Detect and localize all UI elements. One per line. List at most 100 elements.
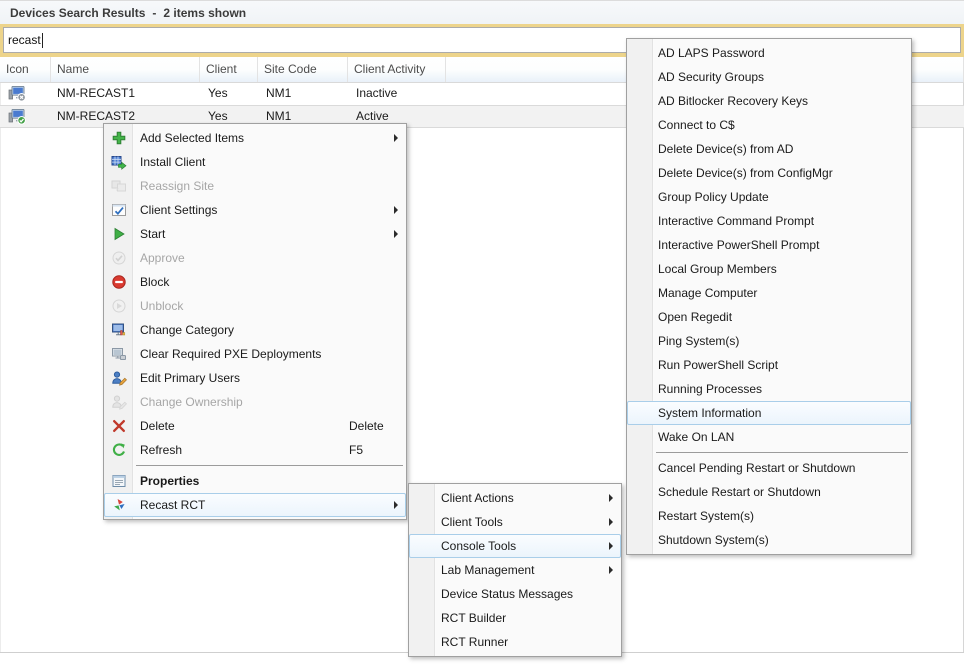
- menu-item-label: Group Policy Update: [658, 190, 769, 204]
- menu-item-label: Approve: [140, 251, 185, 265]
- context-menu: Add Selected Items Install Client Reassign…: [103, 123, 407, 520]
- menu-item-clear-required-pxe-deployments[interactable]: Clear Required PXE Deployments: [104, 342, 406, 366]
- submenu-arrow-icon: [394, 230, 398, 238]
- menu-item-start[interactable]: Start: [104, 222, 406, 246]
- menu-item-label: Restart System(s): [658, 509, 754, 523]
- column-header-name[interactable]: Name: [51, 57, 200, 82]
- menu-item-delete[interactable]: DeleteDelete: [104, 414, 406, 438]
- edit-primary-users-icon: [110, 369, 127, 386]
- menu-item-label: Refresh: [140, 443, 182, 457]
- clear-pxe-icon: [110, 345, 127, 362]
- menu-item-label: Delete Device(s) from ConfigMgr: [658, 166, 833, 180]
- menu-item-reassign-site[interactable]: Reassign Site: [104, 174, 406, 198]
- menu-item-interactive-command-prompt[interactable]: Interactive Command Prompt: [627, 209, 911, 233]
- menu-item-device-status-messages[interactable]: Device Status Messages: [409, 582, 621, 606]
- menu-item-ad-bitlocker-recovery-keys[interactable]: AD Bitlocker Recovery Keys: [627, 89, 911, 113]
- menu-item-label: Edit Primary Users: [140, 371, 240, 385]
- menu-item-connect-to-c[interactable]: Connect to C$: [627, 113, 911, 137]
- menu-item-ad-security-groups[interactable]: AD Security Groups: [627, 65, 911, 89]
- menu-item-refresh[interactable]: Refresh F5: [104, 438, 406, 462]
- menu-item-block[interactable]: Block: [104, 270, 406, 294]
- submenu-arrow-icon: [609, 566, 613, 574]
- submenu-arrow-icon: [394, 206, 398, 214]
- menu-item-label: Open Regedit: [658, 310, 732, 324]
- menu-item-lab-management[interactable]: Lab Management: [409, 558, 621, 582]
- menu-item-rct-builder[interactable]: RCT Builder: [409, 606, 621, 630]
- window-title-bar: Devices Search Results - 2 items shown: [0, 0, 964, 24]
- menu-item-open-regedit[interactable]: Open Regedit: [627, 305, 911, 329]
- menu-item-rct-runner[interactable]: RCT Runner: [409, 630, 621, 654]
- menu-item-label: Manage Computer: [658, 286, 757, 300]
- menu-item-label: Install Client: [140, 155, 205, 169]
- menu-item-ad-laps-password[interactable]: AD LAPS Password: [627, 41, 911, 65]
- menu-item-wake-on-lan[interactable]: Wake On LAN: [627, 425, 911, 449]
- column-header-client-activity[interactable]: Client Activity: [348, 57, 446, 82]
- menu-item-system-information[interactable]: System Information: [627, 401, 911, 425]
- add-selected-icon: [110, 129, 127, 146]
- menu-item-manage-computer[interactable]: Manage Computer: [627, 281, 911, 305]
- column-header-site-code[interactable]: Site Code: [258, 57, 348, 82]
- menu-item-group-policy-update[interactable]: Group Policy Update: [627, 185, 911, 209]
- menu-item-label: Start: [140, 227, 165, 241]
- row-icon-cell: [0, 83, 51, 105]
- menu-item-client-tools[interactable]: Client Tools: [409, 510, 621, 534]
- submenu-arrow-icon: [394, 501, 398, 509]
- recast-rct-submenu: Client Actions Client Tools Console ToolsL…: [408, 483, 622, 657]
- menu-item-unblock[interactable]: Unblock: [104, 294, 406, 318]
- menu-item-label: Reassign Site: [140, 179, 214, 193]
- items-shown-count: 2 items shown: [163, 6, 246, 20]
- menu-item-running-processes[interactable]: Running Processes: [627, 377, 911, 401]
- submenu-arrow-icon: [609, 494, 613, 502]
- menu-item-local-group-members[interactable]: Local Group Members: [627, 257, 911, 281]
- device-client-active-icon: [8, 108, 27, 125]
- menu-item-label: Running Processes: [658, 382, 762, 396]
- menu-item-schedule-restart-or-shutdown[interactable]: Schedule Restart or Shutdown: [627, 480, 911, 504]
- column-header-icon[interactable]: Icon: [0, 57, 51, 82]
- menu-item-label: AD Security Groups: [658, 70, 764, 84]
- menu-item-recast-rct[interactable]: Recast RCT: [104, 493, 406, 517]
- menu-item-run-powershell-script[interactable]: Run PowerShell Script: [627, 353, 911, 377]
- menu-item-ping-system-s[interactable]: Ping System(s): [627, 329, 911, 353]
- install-client-icon: [110, 153, 127, 170]
- menu-item-edit-primary-users[interactable]: Edit Primary Users: [104, 366, 406, 390]
- column-header-client[interactable]: Client: [200, 57, 258, 82]
- menu-item-label: Wake On LAN: [658, 430, 734, 444]
- menu-item-add-selected-items[interactable]: Add Selected Items: [104, 126, 406, 150]
- menu-item-delete-device-s-from-configmgr[interactable]: Delete Device(s) from ConfigMgr: [627, 161, 911, 185]
- menu-item-client-actions[interactable]: Client Actions: [409, 486, 621, 510]
- recast-rct-icon: [110, 496, 127, 513]
- device-name: NM-RECAST1: [51, 83, 200, 105]
- menu-item-shortcut: Delete: [349, 419, 384, 433]
- menu-item-label: Recast RCT: [140, 498, 205, 512]
- menu-item-client-settings[interactable]: Client Settings: [104, 198, 406, 222]
- menu-item-install-client[interactable]: Install Client: [104, 150, 406, 174]
- menu-item-label: Client Tools: [441, 515, 503, 529]
- menu-item-approve[interactable]: Approve: [104, 246, 406, 270]
- submenu-arrow-icon: [609, 542, 613, 550]
- menu-item-change-category[interactable]: Change Category: [104, 318, 406, 342]
- menu-item-label: RCT Builder: [441, 611, 506, 625]
- change-ownership-icon: [110, 393, 127, 410]
- menu-item-restart-system-s[interactable]: Restart System(s): [627, 504, 911, 528]
- menu-item-label: Properties: [140, 474, 199, 488]
- menu-item-properties[interactable]: Properties: [104, 469, 406, 493]
- menu-item-label: Unblock: [140, 299, 183, 313]
- start-icon: [110, 225, 127, 242]
- menu-item-shortcut: F5: [349, 443, 363, 457]
- reassign-site-icon: [110, 177, 127, 194]
- menu-item-label: Cancel Pending Restart or Shutdown: [658, 461, 855, 475]
- menu-item-change-ownership[interactable]: Change Ownership: [104, 390, 406, 414]
- menu-item-console-tools[interactable]: Console Tools: [409, 534, 621, 558]
- menu-separator: [136, 465, 403, 466]
- menu-item-delete-device-s-from-ad[interactable]: Delete Device(s) from AD: [627, 137, 911, 161]
- menu-item-shutdown-system-s[interactable]: Shutdown System(s): [627, 528, 911, 552]
- client-settings-icon: [110, 201, 127, 218]
- menu-item-label: Change Ownership: [140, 395, 243, 409]
- menu-item-label: Add Selected Items: [140, 131, 244, 145]
- menu-item-label: Interactive PowerShell Prompt: [658, 238, 819, 252]
- menu-item-label: Run PowerShell Script: [658, 358, 778, 372]
- menu-item-interactive-powershell-prompt[interactable]: Interactive PowerShell Prompt: [627, 233, 911, 257]
- menu-item-cancel-pending-restart-or-shutdown[interactable]: Cancel Pending Restart or Shutdown: [627, 456, 911, 480]
- row-icon-cell: [0, 106, 51, 127]
- client-value: Yes: [200, 83, 258, 105]
